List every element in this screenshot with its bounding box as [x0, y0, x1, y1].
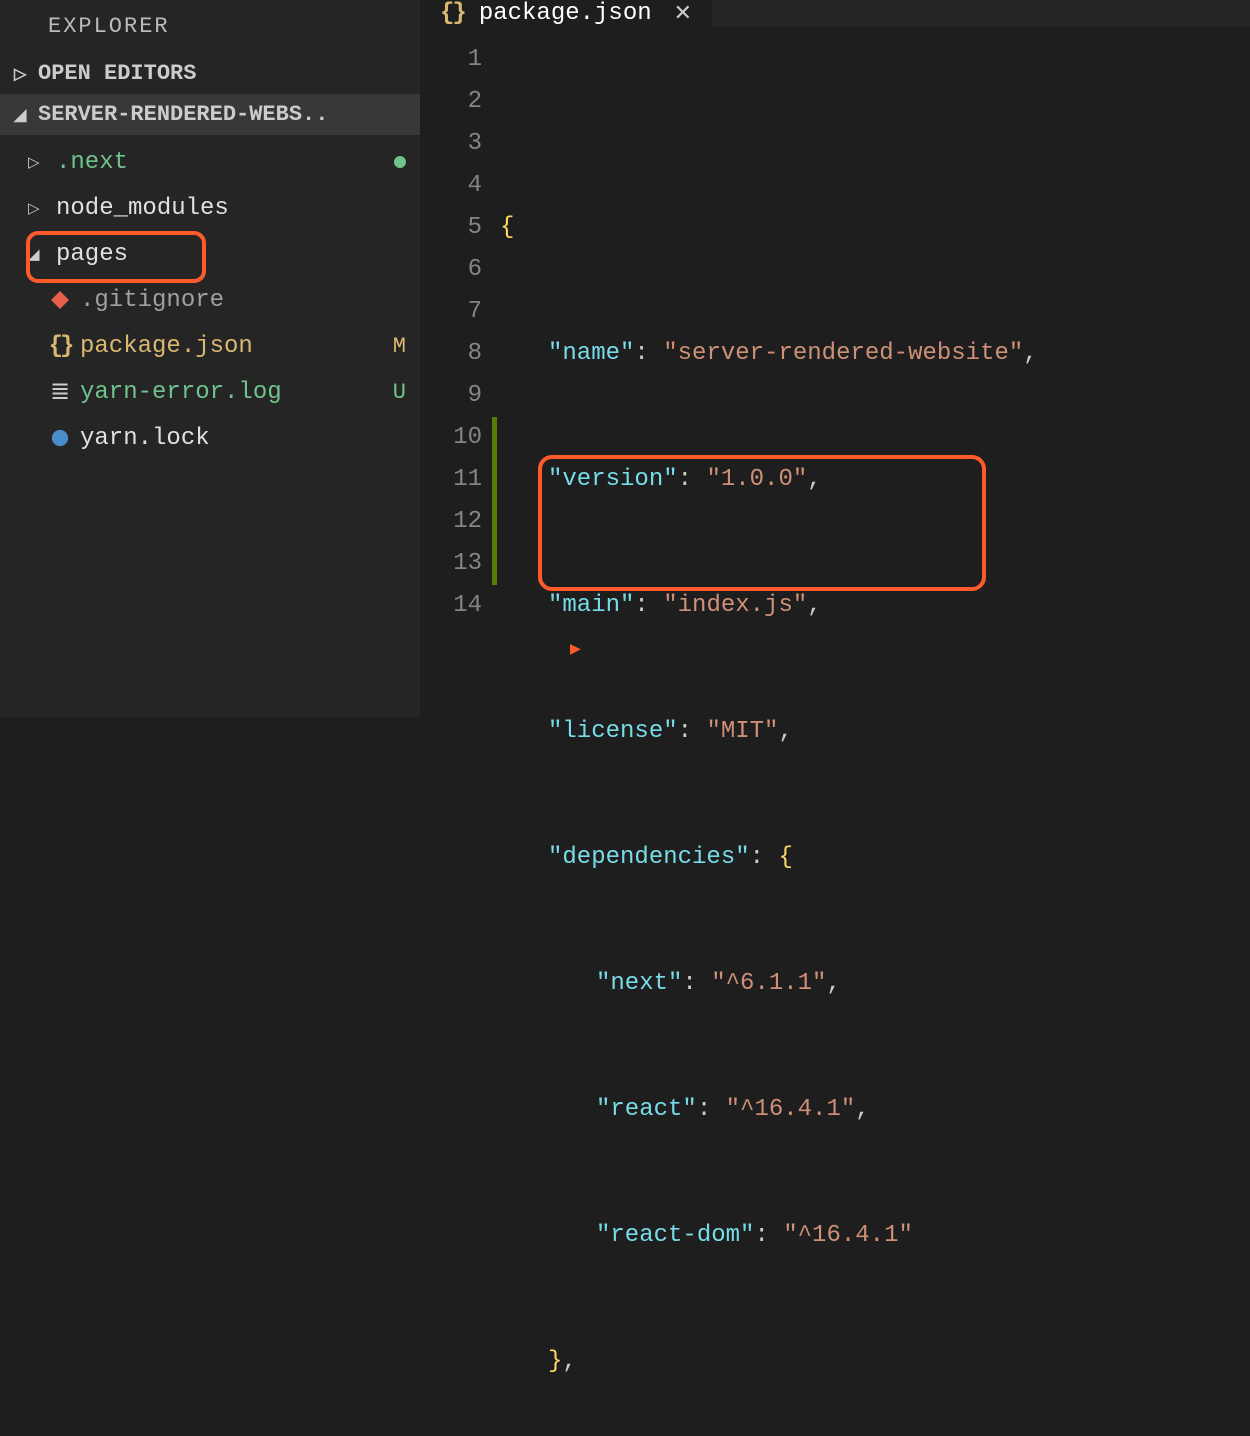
- json-key: "next": [596, 963, 682, 1005]
- git-status-untracked: U: [393, 380, 406, 405]
- yarn-file-icon: [46, 429, 74, 447]
- folder-node-modules[interactable]: ▷ node_modules: [0, 185, 420, 231]
- code-content[interactable]: { "name": "server-rendered-website", "ve…: [500, 27, 1250, 1436]
- line-number: 9: [420, 375, 482, 417]
- file-yarn-lock[interactable]: yarn.lock: [0, 415, 420, 461]
- line-number: 11: [420, 459, 482, 501]
- json-key: "license": [548, 711, 678, 753]
- json-file-icon: {}: [46, 333, 74, 360]
- overflow-chevron-icon: ▶: [570, 629, 581, 671]
- git-file-icon: [46, 290, 74, 310]
- line-number: 10: [420, 417, 482, 459]
- json-file-icon: {}: [440, 0, 465, 27]
- line-number: 12: [420, 501, 482, 543]
- file-label: package.json: [80, 333, 253, 360]
- folder-pages[interactable]: ◢ pages: [0, 231, 420, 277]
- chevron-right-icon: ▷: [28, 199, 50, 218]
- line-number: 6: [420, 249, 482, 291]
- explorer-title: EXPLORER: [0, 0, 420, 53]
- project-label: SERVER-RENDERED-WEBS..: [38, 102, 328, 127]
- json-value: "^16.4.1": [783, 1215, 913, 1257]
- json-key: "react": [596, 1089, 697, 1131]
- folder-next[interactable]: ▷ .next: [0, 139, 420, 185]
- json-key: "react-dom": [596, 1215, 754, 1257]
- json-key: "version": [548, 459, 678, 501]
- tab-package-json[interactable]: {} package.json ✕: [420, 0, 712, 27]
- tab-label: package.json: [479, 0, 652, 27]
- file-label: yarn-error.log: [80, 379, 282, 406]
- file-label: .gitignore: [80, 287, 224, 314]
- json-value: "server-rendered-website": [663, 333, 1023, 375]
- git-status-modified: M: [393, 334, 406, 359]
- line-gutter: 1 2 3 4 5 6 7 8 9 10 11 12 13 14: [420, 27, 500, 1436]
- line-number: 8: [420, 333, 482, 375]
- json-key: "dependencies": [548, 837, 750, 879]
- line-number: 2: [420, 81, 482, 123]
- json-value: "index.js": [663, 585, 807, 627]
- explorer-sidebar: EXPLORER ▷ OPEN EDITORS ◢ SERVER-RENDERE…: [0, 0, 420, 718]
- json-key: "name": [548, 333, 634, 375]
- project-section[interactable]: ◢ SERVER-RENDERED-WEBS..: [0, 94, 420, 135]
- status-dot-icon: [394, 156, 406, 168]
- chevron-down-icon: ◢: [14, 105, 32, 125]
- open-editors-label: OPEN EDITORS: [38, 61, 196, 86]
- folder-label: pages: [56, 241, 128, 268]
- close-icon[interactable]: ✕: [674, 1, 692, 27]
- lines-file-icon: ≣: [46, 377, 74, 407]
- line-number: 4: [420, 165, 482, 207]
- code-area[interactable]: 1 2 3 4 5 6 7 8 9 10 11 12 13 14 { "name…: [420, 27, 1250, 1436]
- folder-label: .next: [56, 149, 128, 176]
- modification-bar: [492, 417, 497, 585]
- tab-bar: {} package.json ✕: [420, 0, 1250, 27]
- folder-label: node_modules: [56, 195, 229, 222]
- chevron-right-icon: ▷: [28, 153, 50, 172]
- line-number: 1: [420, 39, 482, 81]
- json-value: "1.0.0": [706, 459, 807, 501]
- line-number: 3: [420, 123, 482, 165]
- line-number: 5: [420, 207, 482, 249]
- line-number: 13: [420, 543, 482, 585]
- file-label: yarn.lock: [80, 425, 210, 452]
- open-editors-section[interactable]: ▷ OPEN EDITORS: [0, 53, 420, 94]
- file-package-json[interactable]: {} package.json M: [0, 323, 420, 369]
- json-value: "^16.4.1": [726, 1089, 856, 1131]
- json-key: "main": [548, 585, 634, 627]
- chevron-right-icon: ▷: [14, 64, 32, 84]
- file-gitignore[interactable]: .gitignore: [0, 277, 420, 323]
- line-number: 14: [420, 585, 482, 627]
- json-value: "^6.1.1": [711, 963, 826, 1005]
- json-value: "MIT": [706, 711, 778, 753]
- editor-pane: {} package.json ✕ 1 2 3 4 5 6 7 8 9 10 1…: [420, 0, 1250, 718]
- file-tree: ▷ .next ▷ node_modules ◢ pages .gitignor…: [0, 135, 420, 465]
- file-yarn-error-log[interactable]: ≣ yarn-error.log U: [0, 369, 420, 415]
- chevron-down-icon: ◢: [28, 245, 50, 264]
- line-number: 7: [420, 291, 482, 333]
